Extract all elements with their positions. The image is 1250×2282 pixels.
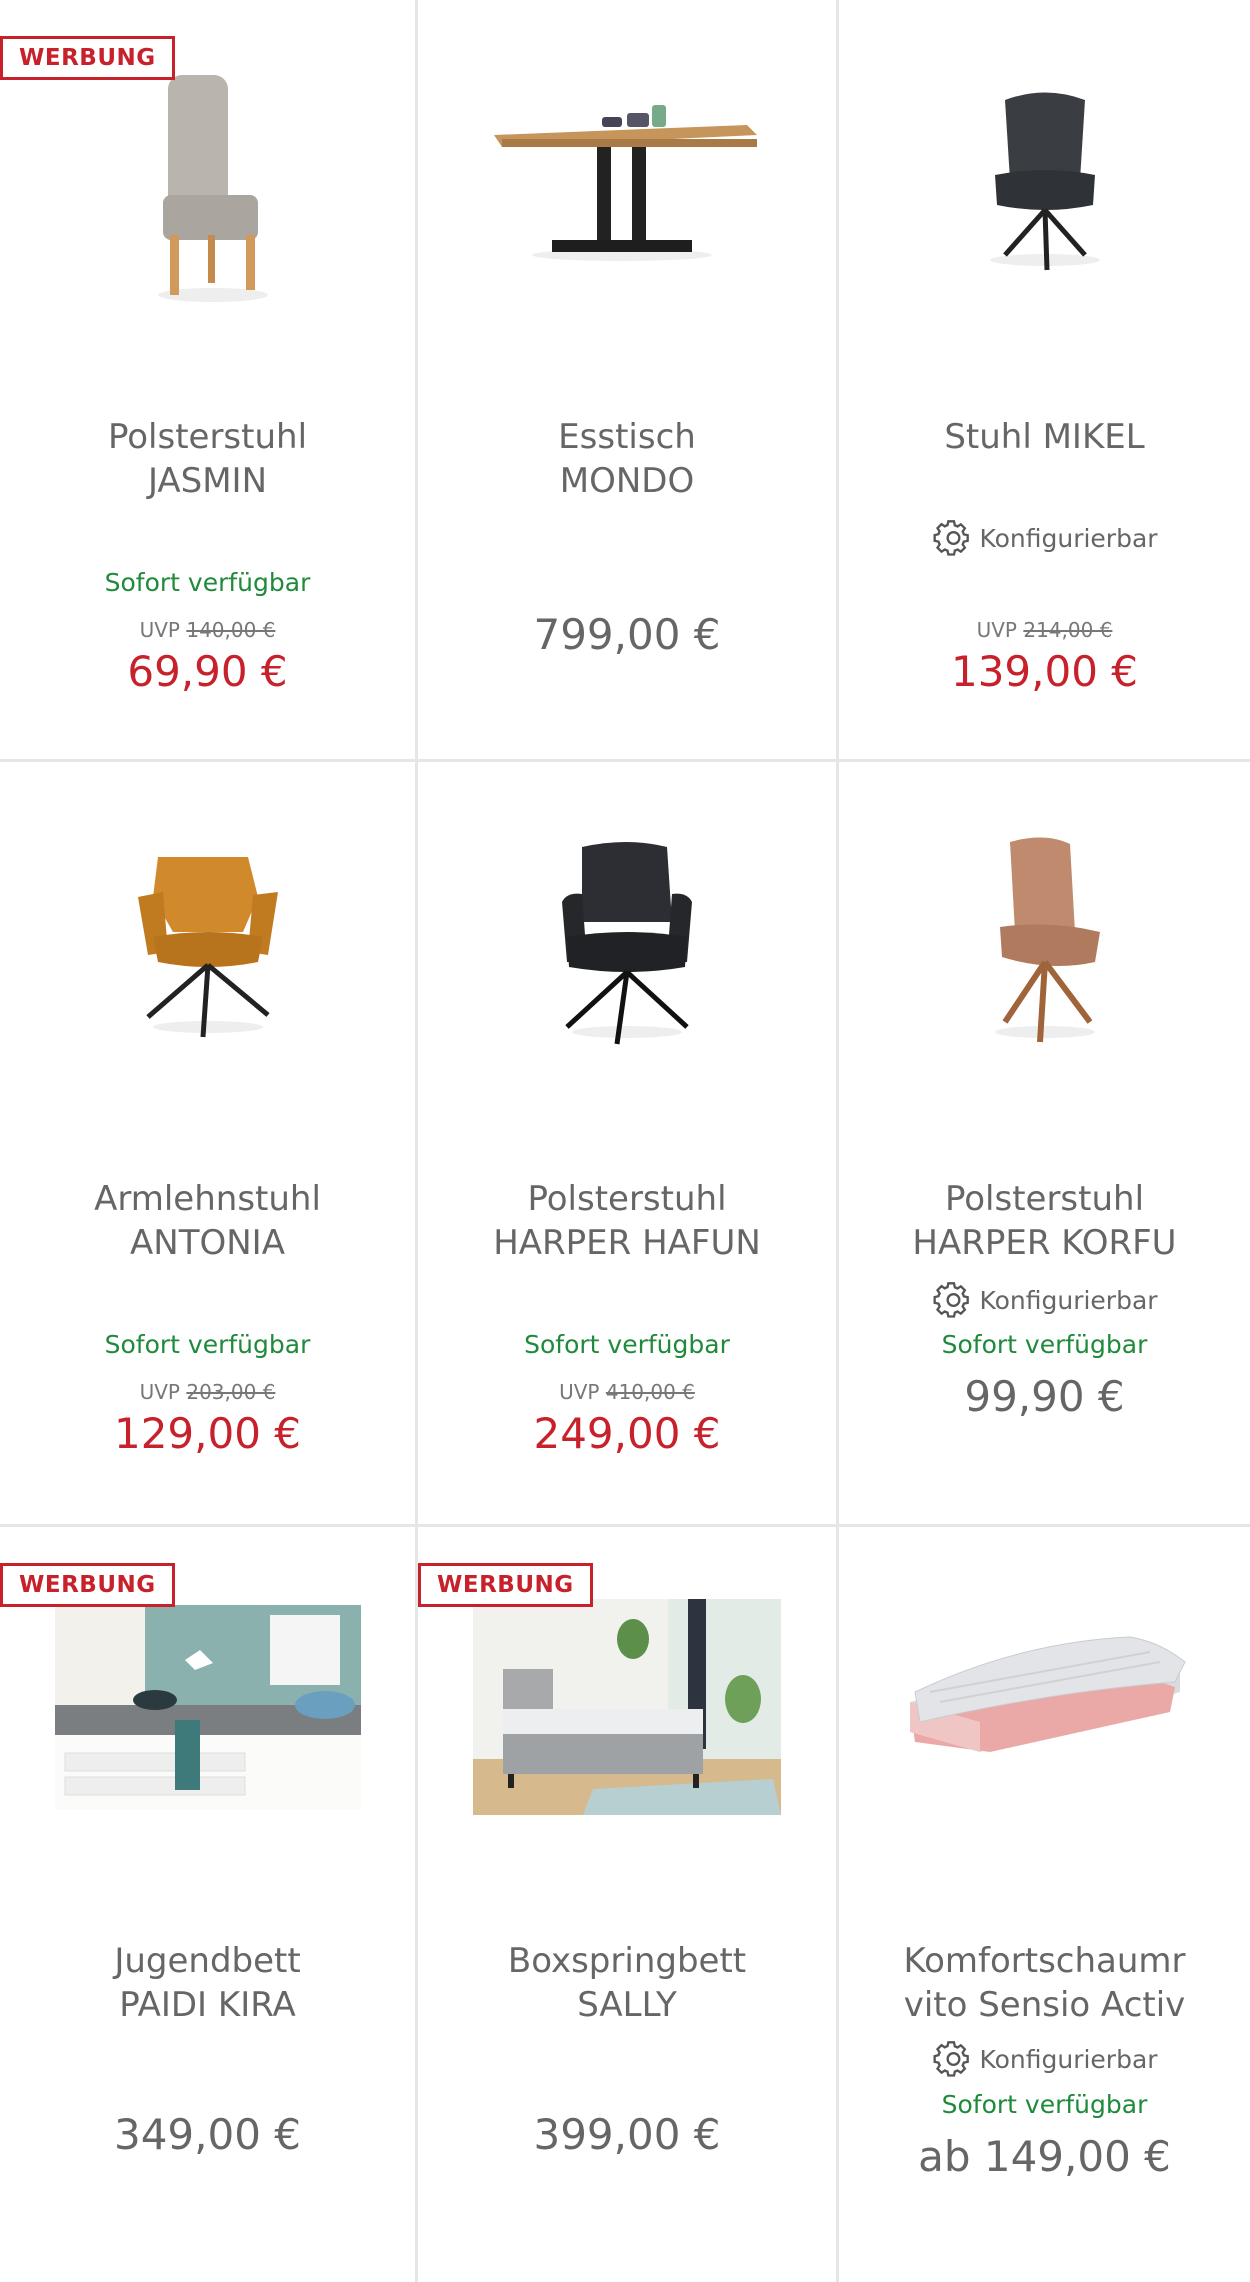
configurable-text: Konfigurierbar	[979, 1285, 1158, 1315]
product-card[interactable]: WERBUNG Boxspringbett SALLY 399,00 €	[418, 1527, 839, 2282]
ad-badge: WERBUNG	[0, 1563, 175, 1607]
product-image[interactable]	[839, 30, 1250, 330]
uvp-label: UVP	[976, 618, 1017, 642]
product-title[interactable]: Polsterstuhl JASMIN	[0, 415, 415, 503]
product-title-line: Jugendbett	[114, 1941, 301, 1981]
chair-image	[137, 857, 278, 1038]
uvp-value: 203,00 €	[186, 1380, 276, 1404]
uvp-price: UVP 214,00 €	[839, 618, 1250, 642]
gear-icon	[933, 520, 970, 556]
uvp-label: UVP	[139, 1380, 180, 1404]
configurable-text: Konfigurierbar	[979, 523, 1158, 553]
product-card[interactable]: Komfortschaumr vito Sensio Activ Konfigu…	[839, 1527, 1250, 2282]
product-title-line: Esstisch	[558, 417, 696, 457]
product-image[interactable]	[418, 30, 836, 330]
ad-badge: WERBUNG	[0, 36, 175, 80]
product-card[interactable]: Armlehnstuhl ANTONIA Sofort verfügbar UV…	[0, 762, 418, 1527]
product-image[interactable]	[0, 792, 415, 1092]
mattress-image	[909, 1636, 1186, 1752]
product-title-line: Komfortschaumr	[903, 1941, 1186, 1981]
uvp-value: 410,00 €	[605, 1380, 695, 1404]
uvp-value: 214,00 €	[1023, 618, 1113, 642]
ad-badge: WERBUNG	[418, 1563, 593, 1607]
product-card[interactable]: WERBUNG Polsterstuhl JASMIN Sofort verfü…	[0, 0, 418, 762]
product-image[interactable]	[418, 792, 836, 1092]
product-title-line: Polsterstuhl	[527, 1179, 727, 1219]
product-price: 799,00 €	[533, 610, 721, 659]
product-card[interactable]: Esstisch MONDO 799,00 €	[418, 0, 839, 762]
uvp-price: UVP 410,00 €	[418, 1380, 836, 1404]
bed-image	[473, 1599, 781, 1815]
product-title[interactable]: Esstisch MONDO	[418, 415, 836, 503]
product-price: 99,90 €	[964, 1372, 1125, 1421]
gear-icon	[933, 2041, 970, 2077]
availability-label: Sofort verfügbar	[941, 2090, 1148, 2119]
uvp-value: 140,00 €	[186, 618, 276, 642]
table-image	[494, 105, 757, 261]
chair-image	[994, 837, 1100, 1043]
chair-image	[989, 92, 1100, 271]
product-title-line: JASMIN	[147, 461, 268, 501]
product-title-line: MONDO	[559, 461, 695, 501]
availability-label: Sofort verfügbar	[941, 1330, 1148, 1359]
uvp-label: UVP	[139, 618, 180, 642]
product-card[interactable]: Polsterstuhl HARPER HAFUN Sofort verfügb…	[418, 762, 839, 1527]
product-price: 139,00 €	[950, 647, 1139, 696]
product-title-line: HARPER HAFUN	[493, 1223, 761, 1263]
product-title[interactable]: Armlehnstuhl ANTONIA	[0, 1177, 415, 1265]
configurable-text: Konfigurierbar	[979, 2044, 1158, 2074]
product-price: 129,00 €	[113, 1409, 302, 1458]
uvp-price: UVP 140,00 €	[0, 618, 415, 642]
availability-label: Sofort verfügbar	[524, 1330, 730, 1359]
product-title[interactable]: Polsterstuhl HARPER KORFU	[839, 1177, 1250, 1265]
product-title-line: ANTONIA	[130, 1223, 285, 1263]
product-card[interactable]: Stuhl MIKEL Konfigurierbar UVP 214,00 € …	[839, 0, 1250, 762]
gear-icon	[933, 1282, 970, 1318]
product-title-line: Polsterstuhl	[107, 417, 308, 457]
bed-image	[54, 1604, 361, 1810]
product-title[interactable]: Stuhl MIKEL	[839, 415, 1250, 459]
product-image[interactable]	[839, 792, 1250, 1092]
product-image[interactable]	[839, 1557, 1250, 1857]
product-title[interactable]: Komfortschaumr vito Sensio Activ	[839, 1939, 1250, 2027]
product-title-line: Stuhl MIKEL	[944, 417, 1145, 457]
product-price: 69,90 €	[127, 647, 288, 696]
product-title-line: vito Sensio Activ	[903, 1985, 1186, 2025]
product-title-line: HARPER KORFU	[912, 1223, 1177, 1263]
product-title[interactable]: Jugendbett PAIDI KIRA	[0, 1939, 415, 2027]
availability-label: Sofort verfügbar	[104, 1330, 311, 1359]
product-price: ab 149,00 €	[918, 2132, 1171, 2181]
product-price: 349,00 €	[113, 2110, 302, 2159]
product-title-line: Boxspringbett	[507, 1941, 747, 1981]
configurable-label[interactable]: Konfigurierbar	[839, 518, 1250, 558]
product-price: 399,00 €	[533, 2110, 721, 2159]
uvp-label: UVP	[559, 1380, 600, 1404]
product-title[interactable]: Polsterstuhl HARPER HAFUN	[418, 1177, 836, 1265]
availability-label: Sofort verfügbar	[104, 568, 311, 597]
product-title-line: PAIDI KIRA	[119, 1985, 296, 2025]
product-card[interactable]: WERBUNG Jugendbett PAIDI KIRA 349,00 €	[0, 1527, 418, 2282]
chair-image	[562, 842, 692, 1045]
product-grid: WERBUNG Polsterstuhl JASMIN Sofort verfü…	[0, 0, 1250, 2282]
configurable-label[interactable]: Konfigurierbar	[839, 2039, 1250, 2079]
product-title-line: SALLY	[577, 1985, 677, 2025]
product-title-line: Armlehnstuhl	[94, 1179, 321, 1219]
product-card[interactable]: Polsterstuhl HARPER KORFU Konfigurierbar…	[839, 762, 1250, 1527]
uvp-price: UVP 203,00 €	[0, 1380, 415, 1404]
configurable-label[interactable]: Konfigurierbar	[839, 1280, 1250, 1320]
chair-image	[157, 75, 268, 302]
product-price: 249,00 €	[533, 1409, 721, 1458]
product-title[interactable]: Boxspringbett SALLY	[418, 1939, 836, 2027]
product-title-line: Polsterstuhl	[944, 1179, 1145, 1219]
